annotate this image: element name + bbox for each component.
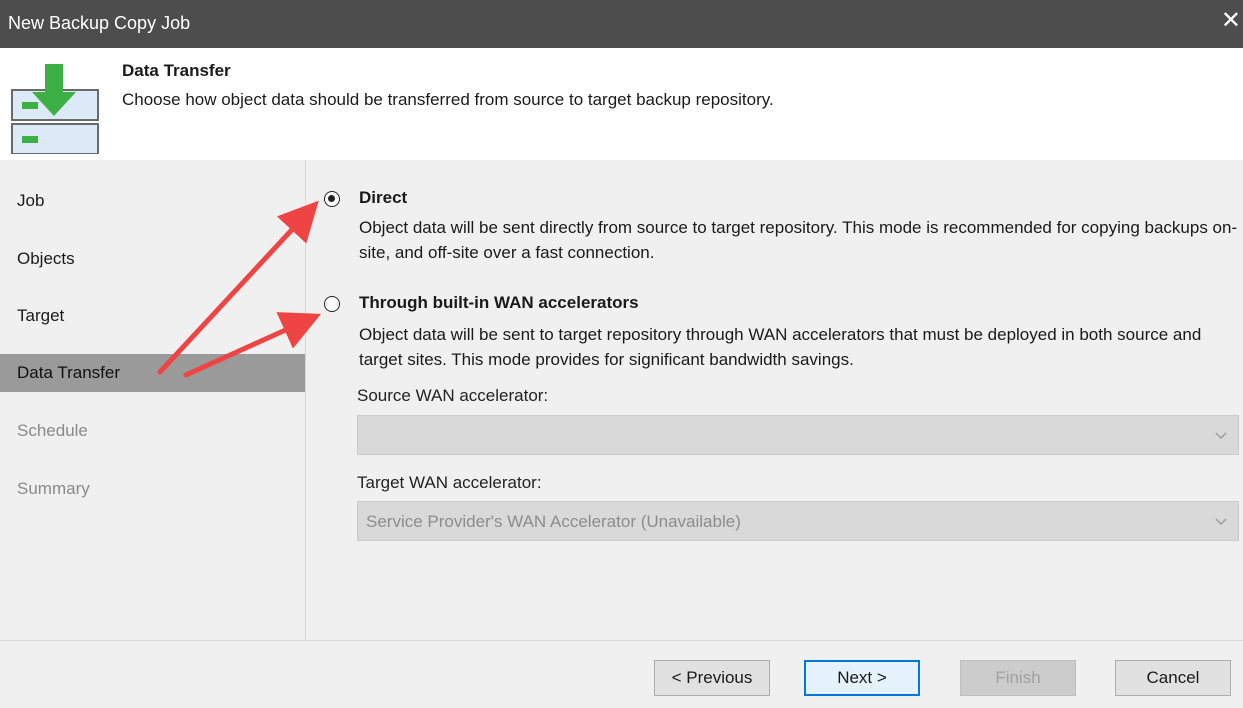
sidebar-item-objects[interactable]: Objects xyxy=(0,240,305,278)
wizard-steps-sidebar: Job Objects Target Data Transfer Schedul… xyxy=(0,160,305,640)
cancel-button[interactable]: Cancel xyxy=(1115,660,1231,696)
next-button[interactable]: Next > xyxy=(804,660,920,696)
sidebar-item-summary: Summary xyxy=(17,479,90,498)
source-wan-label: Source WAN accelerator: xyxy=(357,386,549,405)
target-wan-select: Service Provider's WAN Accelerator (Unav… xyxy=(357,501,1239,541)
page-subtitle: Choose how object data should be transfe… xyxy=(122,90,774,109)
wan-radio[interactable] xyxy=(324,296,340,312)
direct-description: Object data will be sent directly from s… xyxy=(359,218,1238,262)
direct-radio[interactable] xyxy=(324,191,340,207)
finish-button: Finish xyxy=(960,660,1076,696)
target-wan-label: Target WAN accelerator: xyxy=(357,473,542,492)
target-wan-value: Service Provider's WAN Accelerator (Unav… xyxy=(366,512,741,531)
previous-button[interactable]: < Previous xyxy=(654,660,770,696)
sidebar-item-target[interactable]: Target xyxy=(0,297,305,335)
wan-description: Object data will be sent to target repos… xyxy=(359,325,1202,369)
wizard-footer: < Previous Next > Finish Cancel xyxy=(0,640,1243,708)
sidebar-item-data-transfer[interactable]: Data Transfer xyxy=(0,354,305,392)
sidebar-item-schedule: Schedule xyxy=(17,421,88,440)
page-title: Data Transfer xyxy=(122,61,231,80)
download-to-repository-icon xyxy=(11,64,99,154)
chevron-down-icon xyxy=(1215,518,1227,525)
source-wan-select xyxy=(357,415,1239,455)
data-transfer-panel: Direct Object data will be sent directly… xyxy=(305,160,1243,640)
chevron-down-icon xyxy=(1215,432,1227,439)
sidebar-item-job[interactable]: Job xyxy=(0,182,305,220)
wan-label[interactable]: Through built-in WAN accelerators xyxy=(359,293,639,313)
window-title: New Backup Copy Job xyxy=(8,13,191,33)
direct-label[interactable]: Direct xyxy=(359,188,407,208)
title-bar: New Backup Copy Job ✕ xyxy=(0,0,1243,48)
close-icon[interactable]: ✕ xyxy=(1221,9,1241,33)
wizard-header: Data Transfer Choose how object data sho… xyxy=(0,48,1243,160)
